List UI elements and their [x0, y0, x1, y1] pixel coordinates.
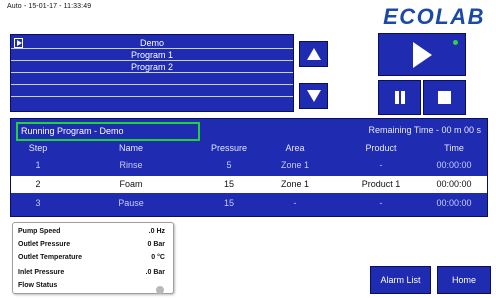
cell-name: Rinse [119, 160, 143, 170]
program-list-item[interactable] [11, 86, 293, 97]
play-icon [412, 41, 432, 68]
arrow-down-icon [306, 90, 321, 102]
column-header-step: Step [28, 143, 48, 153]
status-indicator-icon [453, 40, 458, 45]
inlet-pressure-label: Inlet Pressure [18, 269, 65, 276]
arrow-up-icon [306, 48, 321, 60]
machine-status-panel: Pump Speed .0 Hz Outlet Pressure 0 Bar O… [12, 222, 174, 294]
cell-product: - [379, 198, 383, 208]
cell-step: 1 [35, 160, 41, 170]
column-header-time: Time [444, 143, 464, 153]
outlet-pressure-label: Outlet Pressure [18, 241, 71, 248]
cell-step: 3 [35, 198, 41, 208]
table-row: 3 Pause 15 - - 00:00:00 [11, 195, 487, 212]
program-list-item[interactable]: Demo [11, 38, 293, 49]
cell-step: 2 [35, 179, 41, 189]
play-button[interactable] [378, 33, 466, 76]
timestamp: Auto - 15-01-17 - 11:33:49 [7, 3, 92, 10]
ecolab-logo: ECOLAB [383, 4, 485, 29]
cell-time: 00:00:00 [436, 179, 472, 189]
program-list-item[interactable]: Program 1 [11, 50, 293, 61]
stop-icon [438, 91, 451, 104]
cell-area: Zone 1 [280, 179, 310, 189]
column-header-area: Area [285, 143, 305, 153]
running-program-panel: Running Program - Demo Remaining Time - … [10, 118, 488, 217]
pause-icon [394, 91, 406, 104]
cell-product: - [379, 160, 383, 170]
inlet-pressure-value: .0 Bar [145, 269, 165, 276]
program-list-item[interactable]: Program 2 [11, 62, 293, 73]
pause-button[interactable] [378, 80, 421, 115]
cell-time: 00:00:00 [436, 160, 472, 170]
cell-pressure: 15 [223, 179, 234, 189]
column-header-product: Product [365, 143, 397, 153]
cell-pressure: 15 [223, 198, 234, 208]
stop-button[interactable] [423, 80, 466, 115]
cell-pressure: 5 [226, 160, 232, 170]
outlet-temperature-value: 0 °C [151, 254, 165, 261]
cell-name: Pause [118, 198, 144, 208]
table-row-active: 2 Foam 15 Zone 1 Product 1 00:00:00 [11, 176, 487, 193]
flow-status-indicator-icon [156, 286, 164, 294]
alarm-list-button[interactable]: Alarm List [370, 266, 431, 294]
pump-speed-value: .0 Hz [148, 228, 165, 235]
cell-area: - [293, 198, 297, 208]
flow-status-label: Flow Status [18, 282, 58, 289]
program-list[interactable]: Demo Program 1 Program 2 [10, 34, 294, 112]
home-button[interactable]: Home [437, 266, 491, 294]
program-list-item[interactable] [11, 74, 293, 85]
scroll-down-button[interactable] [299, 83, 328, 109]
outlet-pressure-value: 0 Bar [147, 241, 165, 248]
pump-speed-label: Pump Speed [18, 228, 61, 235]
table-row: 1 Rinse 5 Zone 1 - 00:00:00 [11, 157, 487, 174]
cell-area: Zone 1 [280, 160, 310, 170]
cell-time: 00:00:00 [436, 198, 472, 208]
program-list-item[interactable] [11, 98, 293, 109]
column-header-pressure: Pressure [210, 143, 247, 153]
remaining-time: Remaining Time - 00 m 00 s [368, 125, 481, 135]
scroll-up-button[interactable] [299, 41, 328, 67]
outlet-temperature-label: Outlet Temperature [18, 254, 83, 261]
cell-name: Foam [119, 179, 143, 189]
running-program-label: Running Program - Demo [16, 122, 200, 141]
column-header-name: Name [118, 143, 143, 153]
cell-product: Product 1 [361, 179, 401, 189]
